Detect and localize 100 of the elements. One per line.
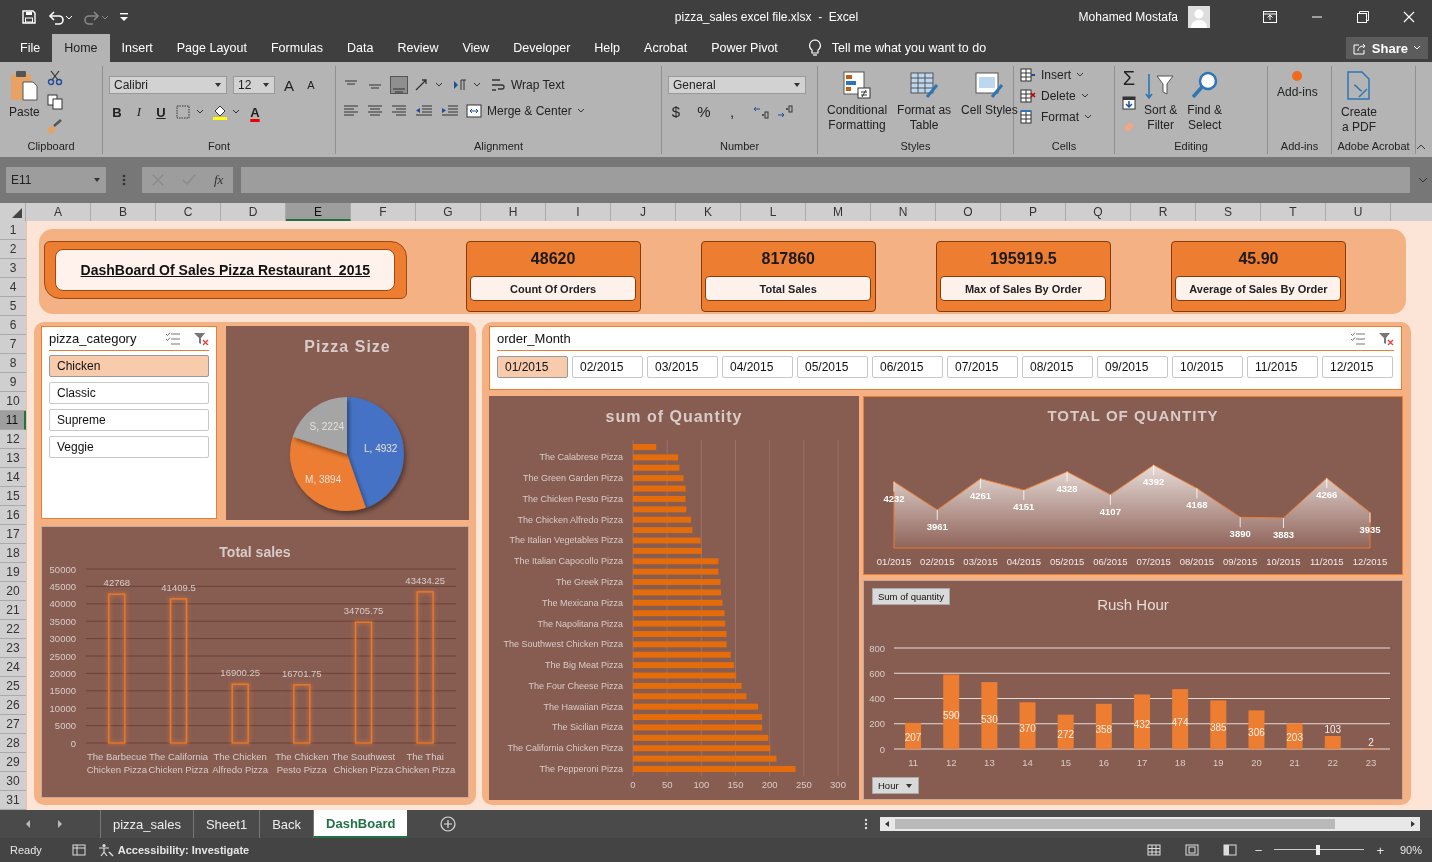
ribbon-tab[interactable]: Formulas	[258, 34, 336, 62]
scroll-right-icon[interactable]	[1409, 820, 1417, 828]
fill-color-icon[interactable]	[211, 103, 241, 121]
share-button[interactable]: Share	[1345, 37, 1428, 59]
slider-thumb[interactable]	[1315, 845, 1320, 855]
slicer-item[interactable]: 10/2015	[1172, 356, 1243, 378]
font-name-dropdown[interactable]: Calibri	[109, 76, 227, 94]
currency-button[interactable]: $	[668, 103, 684, 120]
autosum-button[interactable]: Σ	[1121, 68, 1137, 88]
clear-filter-icon[interactable]	[1378, 331, 1394, 346]
create-pdf-button[interactable]: Create a PDF	[1338, 68, 1381, 137]
styles-button[interactable]: Cell Styles	[958, 68, 1021, 120]
slicer-item[interactable]: Chicken	[49, 355, 209, 377]
decrease-indent-icon[interactable]	[414, 104, 434, 118]
more-icon[interactable]	[122, 174, 126, 186]
ribbon-tab[interactable]: Help	[582, 34, 633, 62]
slicer-item[interactable]: 04/2015	[722, 356, 793, 378]
ribbon-tab[interactable]: Acrobat	[632, 34, 700, 62]
slicer-item[interactable]: Supreme	[49, 409, 209, 431]
editing-button[interactable]: Find & Select	[1184, 68, 1226, 135]
slicer-item[interactable]: 09/2015	[1097, 356, 1168, 378]
styles-button[interactable]: Conditional Formatting	[824, 68, 891, 135]
slicer-item[interactable]: 03/2015	[647, 356, 718, 378]
bold-button[interactable]: B	[109, 104, 125, 120]
decrease-decimal-icon[interactable]	[776, 103, 794, 120]
zoom-out-button[interactable]: −	[1254, 842, 1263, 858]
paste-button[interactable]: Paste	[6, 68, 43, 121]
field-button[interactable]: Sum of quantity	[872, 588, 950, 605]
slicer-item[interactable]: 05/2015	[797, 356, 868, 378]
lightbulb-icon[interactable]	[807, 39, 822, 57]
increase-font-size-button[interactable]: A	[281, 76, 297, 94]
slicer-item[interactable]: 01/2015	[497, 356, 568, 378]
scroll-left-icon[interactable]	[883, 820, 891, 828]
ribbon-tab[interactable]: Page Layout	[164, 34, 259, 62]
align-right-icon[interactable]	[390, 104, 408, 118]
customize-toolbar-icon[interactable]	[119, 11, 129, 23]
copy-icon[interactable]	[46, 94, 63, 110]
align-center-icon[interactable]	[366, 104, 384, 118]
ribbon-tab[interactable]: Insert	[109, 34, 165, 62]
zoom-in-button[interactable]: +	[1376, 842, 1384, 858]
slicer-item[interactable]: Classic	[49, 382, 209, 404]
ribbon-tab[interactable]: Home	[52, 34, 110, 62]
column-header[interactable]: E	[286, 203, 351, 221]
next-sheet-icon[interactable]	[56, 819, 64, 829]
paintbrush-icon[interactable]	[46, 118, 63, 134]
formula-input[interactable]	[241, 167, 1410, 193]
slicer-item[interactable]: Veggie	[49, 436, 209, 458]
font-size-dropdown[interactable]: 12	[233, 76, 275, 94]
ribbon-tab[interactable]: Review	[385, 34, 451, 62]
cells-button[interactable]: Delete	[1020, 89, 1092, 103]
ribbon-tab[interactable]: Data	[335, 34, 386, 62]
ribbon-tab[interactable]: Power Pivot	[699, 34, 790, 62]
number-format-dropdown[interactable]: General	[668, 76, 806, 94]
merge-center-button[interactable]: Merge & Center	[466, 103, 585, 119]
add-sheet-icon[interactable]	[440, 816, 457, 832]
comma-button[interactable]: ,	[724, 103, 740, 120]
accessibility-button[interactable]: Accessibility: Investigate	[97, 843, 250, 857]
vertical-align-button[interactable]	[390, 76, 408, 94]
underline-button[interactable]: U	[153, 104, 169, 120]
slicer-item[interactable]: 08/2015	[1022, 356, 1093, 378]
previous-sheet-icon[interactable]	[24, 819, 32, 829]
slicer-item[interactable]: 02/2015	[572, 356, 643, 378]
undo-icon[interactable]	[47, 9, 73, 25]
insert-function-button[interactable]: fx	[214, 172, 224, 188]
scissors-icon[interactable]	[46, 70, 63, 86]
close-icon[interactable]	[1403, 11, 1415, 23]
ribbon-tab[interactable]: View	[450, 34, 502, 62]
search-field[interactable]: Tell me what you want to do	[831, 34, 987, 62]
wrap-text-button[interactable]: Wrap Text	[490, 77, 565, 93]
horizontal-scrollbar[interactable]	[880, 817, 1420, 831]
row-header[interactable]: 11	[0, 411, 26, 430]
ribbon-tab[interactable]: File	[8, 34, 53, 62]
cells-button[interactable]: Format	[1020, 110, 1092, 124]
ribbon-display-icon[interactable]	[1263, 11, 1277, 23]
slicer-item[interactable]: 11/2015	[1247, 356, 1318, 378]
name-box[interactable]: E11	[6, 167, 106, 193]
select-all-icon[interactable]	[11, 207, 23, 219]
slicer-item[interactable]: 07/2015	[947, 356, 1018, 378]
redo-icon[interactable]	[83, 9, 109, 25]
styles-button[interactable]: Format as Table	[894, 68, 955, 135]
zoom-level[interactable]: 90%	[1399, 844, 1422, 856]
cells-button[interactable]: Insert	[1020, 68, 1092, 82]
normal-view-icon[interactable]	[1146, 844, 1161, 856]
page-break-icon[interactable]	[1222, 844, 1237, 856]
decrease-font-size-button[interactable]: A	[303, 79, 319, 91]
multi-select-icon[interactable]	[1350, 331, 1366, 346]
ribbon-tab[interactable]: Developer	[501, 34, 583, 62]
zoom-slider[interactable]	[1274, 845, 1365, 855]
clear-filter-icon[interactable]	[193, 331, 209, 346]
save-icon[interactable]	[21, 9, 37, 25]
more-icon[interactable]	[864, 818, 868, 830]
fill-down-icon[interactable]	[1121, 95, 1137, 111]
increase-indent-icon[interactable]	[440, 104, 460, 118]
page-layout-icon[interactable]	[1184, 844, 1199, 856]
slicer-item[interactable]: 06/2015	[872, 356, 943, 378]
borders-icon[interactable]	[175, 104, 205, 120]
collapse-ribbon-icon[interactable]	[1416, 143, 1426, 151]
slicer-item[interactable]: 12/2015	[1322, 356, 1393, 378]
editing-button[interactable]: Sort & Filter	[1141, 68, 1181, 135]
italic-button[interactable]: I	[131, 104, 147, 120]
